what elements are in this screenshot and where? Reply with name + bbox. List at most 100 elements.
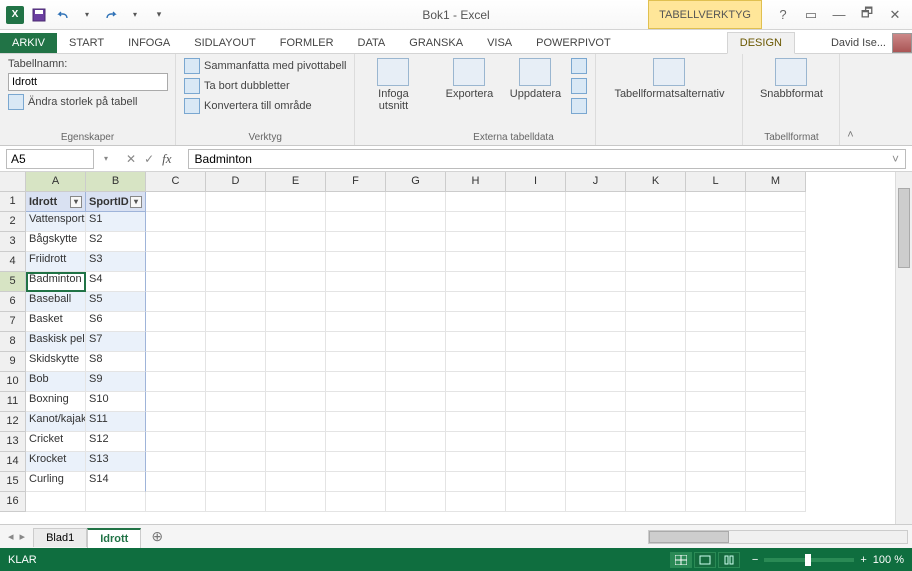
cell[interactable] <box>686 292 746 312</box>
cell[interactable] <box>686 352 746 372</box>
cell[interactable] <box>626 192 686 212</box>
cell[interactable] <box>386 212 446 232</box>
cell[interactable] <box>386 292 446 312</box>
cell[interactable] <box>386 372 446 392</box>
view-page-layout-button[interactable] <box>694 552 716 568</box>
filter-button[interactable]: ▾ <box>130 196 142 208</box>
name-box[interactable] <box>6 149 94 169</box>
cell[interactable]: Bob <box>26 372 86 392</box>
cell[interactable]: S7 <box>86 332 146 352</box>
cell[interactable]: S8 <box>86 352 146 372</box>
redo-dropdown[interactable]: ▾ <box>126 6 144 24</box>
tab-table-design[interactable]: DESIGN <box>727 32 795 54</box>
cell[interactable]: S14 <box>86 472 146 492</box>
cell[interactable] <box>266 412 326 432</box>
cell[interactable] <box>566 412 626 432</box>
cell[interactable]: Curling <box>26 472 86 492</box>
column-header-H[interactable]: H <box>446 172 506 192</box>
cell[interactable] <box>506 452 566 472</box>
cell[interactable] <box>746 192 806 212</box>
cell[interactable] <box>446 252 506 272</box>
excel-icon[interactable]: X <box>6 6 24 24</box>
cell[interactable] <box>446 332 506 352</box>
cell[interactable] <box>326 372 386 392</box>
cell[interactable] <box>746 372 806 392</box>
filter-button[interactable]: ▾ <box>70 196 82 208</box>
cell[interactable] <box>326 312 386 332</box>
cell[interactable] <box>446 292 506 312</box>
zoom-thumb[interactable] <box>805 554 811 566</box>
row-header[interactable]: 5 <box>0 272 26 292</box>
tab-data[interactable]: DATA <box>346 33 398 53</box>
cell[interactable] <box>566 192 626 212</box>
cell[interactable] <box>566 492 626 512</box>
cell[interactable] <box>626 272 686 292</box>
cell[interactable] <box>266 272 326 292</box>
cell[interactable] <box>206 332 266 352</box>
cell[interactable] <box>206 192 266 212</box>
summarize-pivot-button[interactable]: Sammanfatta med pivottabell <box>184 58 346 74</box>
cell[interactable] <box>206 232 266 252</box>
cell[interactable] <box>326 352 386 372</box>
cell[interactable] <box>386 492 446 512</box>
properties-icon[interactable] <box>571 58 587 74</box>
undo-button[interactable] <box>54 6 72 24</box>
cell[interactable] <box>386 352 446 372</box>
cell[interactable] <box>746 292 806 312</box>
cell[interactable] <box>326 412 386 432</box>
row-header[interactable]: 15 <box>0 472 26 492</box>
cell[interactable] <box>686 332 746 352</box>
convert-range-button[interactable]: Konvertera till område <box>184 98 346 114</box>
cell[interactable]: S3 <box>86 252 146 272</box>
cell[interactable] <box>446 272 506 292</box>
row-header[interactable]: 3 <box>0 232 26 252</box>
cell[interactable]: S2 <box>86 232 146 252</box>
refresh-button[interactable]: Uppdatera <box>505 58 565 100</box>
zoom-in-button[interactable]: + <box>860 554 866 566</box>
cell[interactable] <box>386 252 446 272</box>
cell[interactable] <box>146 292 206 312</box>
cell[interactable] <box>686 192 746 212</box>
cell[interactable] <box>566 252 626 272</box>
minimize-button[interactable]: — <box>830 6 848 24</box>
cell[interactable] <box>566 372 626 392</box>
cell[interactable] <box>146 252 206 272</box>
cell[interactable] <box>686 272 746 292</box>
cell[interactable] <box>506 432 566 452</box>
cell[interactable] <box>566 292 626 312</box>
cell[interactable] <box>326 272 386 292</box>
cell[interactable] <box>146 352 206 372</box>
zoom-level[interactable]: 100 % <box>873 554 904 566</box>
remove-duplicates-button[interactable]: Ta bort dubbletter <box>184 78 346 94</box>
cell[interactable] <box>506 272 566 292</box>
column-header-G[interactable]: G <box>386 172 446 192</box>
cell[interactable] <box>626 492 686 512</box>
cell[interactable] <box>506 312 566 332</box>
cell[interactable]: Friidrott <box>26 252 86 272</box>
column-header-D[interactable]: D <box>206 172 266 192</box>
column-header-B[interactable]: B <box>86 172 146 192</box>
cell[interactable] <box>386 232 446 252</box>
cell[interactable]: Cricket <box>26 432 86 452</box>
cell[interactable] <box>446 352 506 372</box>
redo-button[interactable] <box>102 6 120 24</box>
cell[interactable] <box>266 312 326 332</box>
cell[interactable] <box>266 212 326 232</box>
cell[interactable] <box>446 472 506 492</box>
column-header-E[interactable]: E <box>266 172 326 192</box>
tab-view[interactable]: VISA <box>475 33 524 53</box>
tab-file[interactable]: ARKIV <box>0 33 57 53</box>
zoom-slider[interactable] <box>764 558 854 562</box>
enter-formula-button[interactable]: ✓ <box>144 152 154 166</box>
cell[interactable] <box>386 472 446 492</box>
cell[interactable] <box>206 312 266 332</box>
cell[interactable] <box>626 352 686 372</box>
quick-styles-button[interactable]: Snabbformat <box>751 58 831 100</box>
cell[interactable]: S1 <box>86 212 146 232</box>
cell[interactable] <box>626 232 686 252</box>
cell[interactable] <box>626 412 686 432</box>
cell[interactable] <box>386 272 446 292</box>
save-button[interactable] <box>30 6 48 24</box>
row-header[interactable]: 7 <box>0 312 26 332</box>
row-header[interactable]: 11 <box>0 392 26 412</box>
